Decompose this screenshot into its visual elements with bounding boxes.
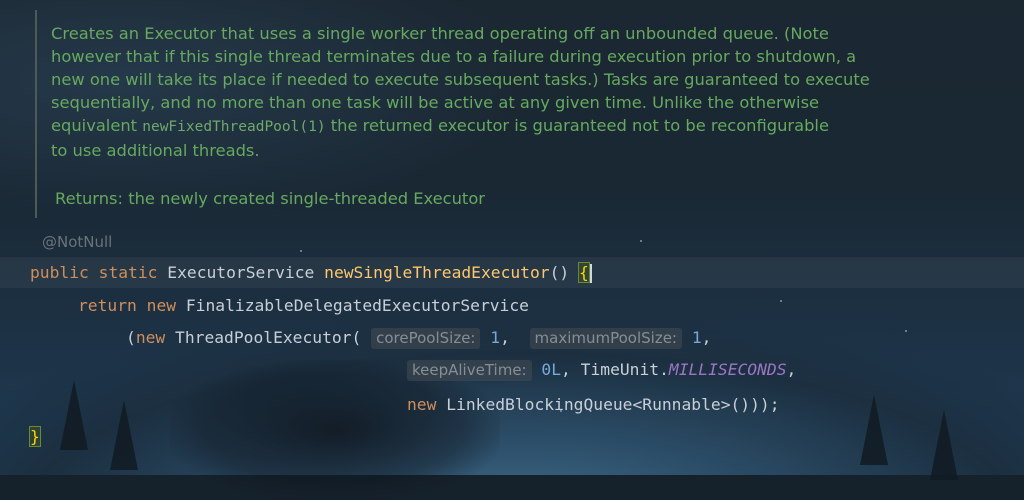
javadoc-code-reference[interactable]: newFixedThreadPool(1) bbox=[142, 119, 325, 135]
method-parens: () bbox=[549, 263, 570, 282]
javadoc-line: Creates an Executor that uses a single w… bbox=[51, 24, 829, 43]
wallpaper-star bbox=[640, 240, 642, 242]
class-reference[interactable]: FinalizableDelegatedExecutorService bbox=[186, 296, 529, 315]
returns-label: Returns: bbox=[55, 189, 123, 208]
code-line-threadpool-constructor[interactable]: (new ThreadPoolExecutor( corePoolSize: 1… bbox=[126, 327, 711, 349]
comma: , bbox=[786, 360, 797, 379]
parameter-hint-corepoolsize: corePoolSize: bbox=[371, 328, 481, 349]
code-line-return-statement[interactable]: return new FinalizableDelegatedExecutorS… bbox=[78, 295, 529, 317]
code-line-linkedblockingqueue[interactable]: new LinkedBlockingQueue<Runnable>())); bbox=[407, 394, 780, 416]
javadoc-line: new one will take its place if needed to… bbox=[51, 70, 870, 89]
wallpaper-tree-shape bbox=[930, 410, 958, 480]
open-brace-matched: { bbox=[578, 262, 590, 283]
javadoc-line-prefix: equivalent bbox=[51, 116, 143, 135]
wallpaper-tree-shape bbox=[110, 400, 138, 470]
javadoc-line: to use additional threads. bbox=[51, 141, 260, 160]
wallpaper-tree-shape bbox=[60, 380, 88, 450]
class-reference[interactable]: ThreadPoolExecutor( bbox=[175, 328, 361, 347]
method-name[interactable]: newSingleThreadExecutor bbox=[324, 263, 549, 282]
javadoc-description: Creates an Executor that uses a single w… bbox=[51, 22, 956, 162]
keyword-public: public bbox=[30, 263, 89, 282]
notnull-annotation: @NotNull bbox=[42, 233, 113, 251]
code-line-keepalive-args[interactable]: keepAliveTime: 0L, TimeUnit.MILLISECONDS… bbox=[407, 359, 796, 381]
close-brace-matched: } bbox=[29, 426, 41, 447]
javadoc-line: sequentially, and no more than one task … bbox=[51, 93, 820, 112]
wallpaper-figure-silhouette bbox=[170, 360, 500, 500]
comma: , bbox=[561, 360, 571, 379]
text-caret bbox=[589, 264, 592, 283]
class-reference[interactable]: LinkedBlockingQueue<Runnable>())); bbox=[446, 395, 779, 414]
keyword-return: return bbox=[78, 296, 137, 315]
wallpaper-star bbox=[905, 330, 907, 332]
return-type[interactable]: ExecutorService bbox=[167, 263, 314, 282]
comma: , bbox=[701, 328, 712, 347]
keyword-new: new bbox=[407, 395, 437, 414]
javadoc-line: however that if this single thread termi… bbox=[51, 47, 857, 66]
number-literal: 1 bbox=[691, 328, 702, 347]
wallpaper-star bbox=[300, 250, 302, 252]
parameter-hint-maximumpoolsize: maximumPoolSize: bbox=[529, 328, 682, 349]
javadoc-returns: Returns: the newly created single-thread… bbox=[55, 189, 485, 208]
wallpaper-star bbox=[780, 300, 782, 302]
wallpaper-tree-shape bbox=[860, 395, 888, 465]
returns-text: the newly created single-threaded Execut… bbox=[128, 189, 485, 208]
keyword-new: new bbox=[135, 328, 166, 347]
timeunit-reference[interactable]: TimeUnit. bbox=[581, 360, 669, 379]
code-line-closing-brace[interactable]: } bbox=[29, 426, 41, 448]
number-literal: 1 bbox=[490, 328, 501, 347]
open-paren: ( bbox=[126, 328, 136, 347]
parameter-hint-keepalivetime: keepAliveTime: bbox=[407, 360, 532, 381]
javadoc-line-suffix: the returned executor is guaranteed not … bbox=[325, 116, 829, 135]
keyword-static: static bbox=[98, 263, 158, 282]
comma: , bbox=[500, 328, 510, 347]
keyword-new: new bbox=[146, 296, 177, 315]
code-line-method-signature[interactable]: public static ExecutorService newSingleT… bbox=[30, 262, 592, 284]
number-literal: 0L bbox=[541, 360, 562, 379]
javadoc-rendered-block[interactable]: Creates an Executor that uses a single w… bbox=[35, 10, 1017, 218]
constant-milliseconds[interactable]: MILLISECONDS bbox=[669, 360, 787, 379]
